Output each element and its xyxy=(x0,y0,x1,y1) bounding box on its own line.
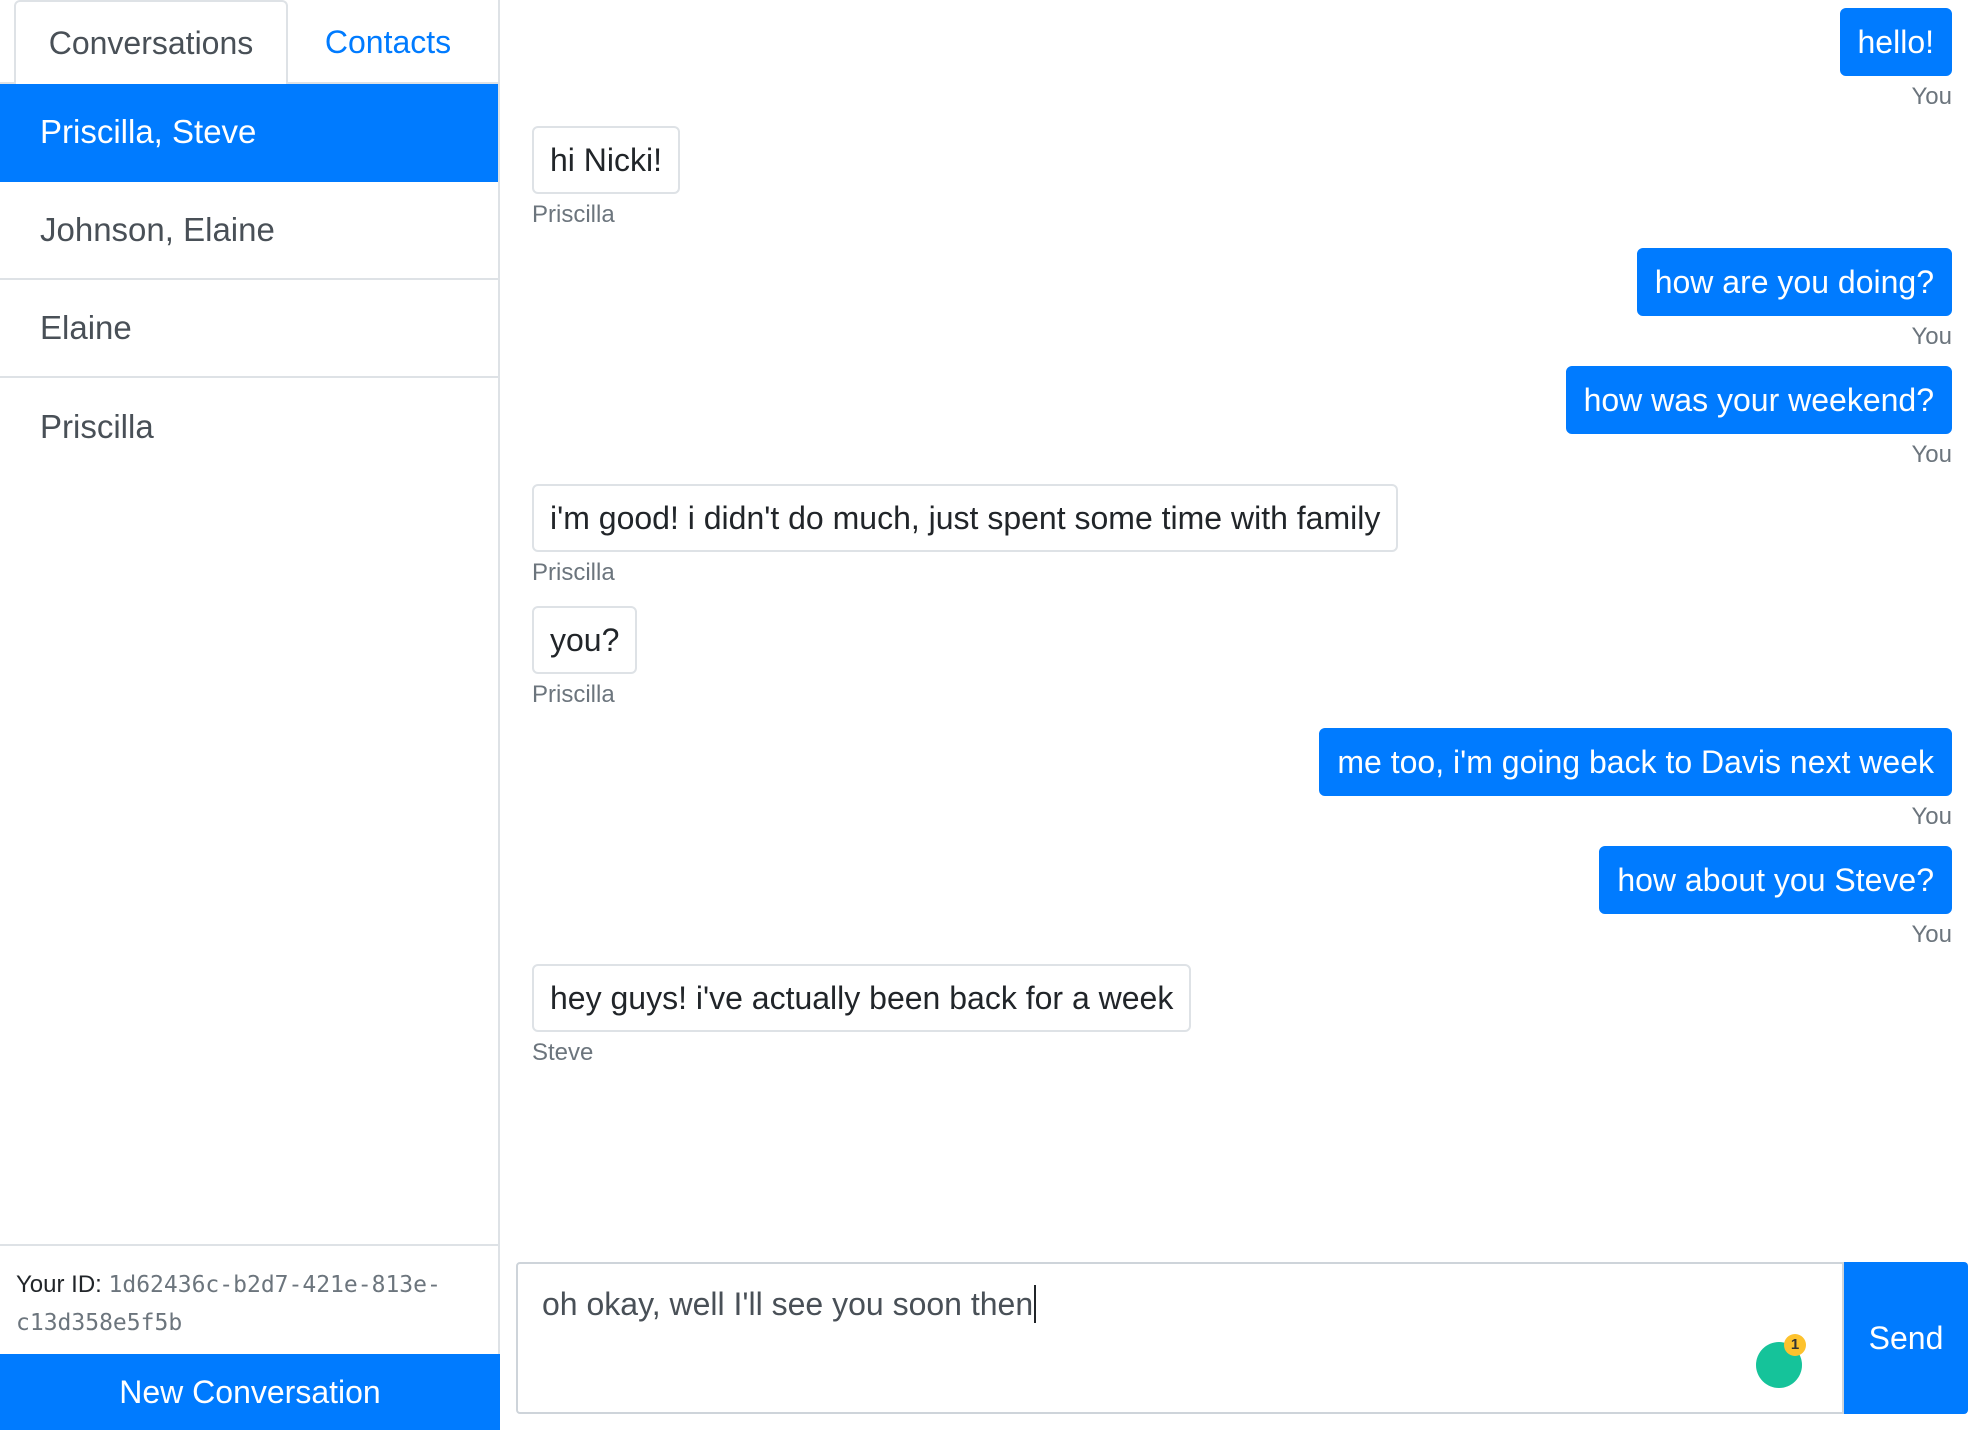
conversation-item-johnson-elaine[interactable]: Johnson, Elaine xyxy=(0,182,498,280)
message-bubble: hello! xyxy=(1839,8,1952,76)
conversation-item-priscilla[interactable]: Priscilla xyxy=(0,378,498,476)
message: me too, i'm going back to Davis next wee… xyxy=(1319,728,1952,832)
tab-contacts[interactable]: Contacts xyxy=(300,0,476,84)
message-bubble: hi Nicki! xyxy=(532,126,681,194)
sidebar-tabs: Conversations Contacts xyxy=(0,0,500,86)
conversation-list: Priscilla, Steve Johnson, Elaine Elaine … xyxy=(0,84,498,476)
message: how are you doing? You xyxy=(1636,248,1953,352)
message-sender: You xyxy=(1911,441,1953,468)
new-conversation-button[interactable]: New Conversation xyxy=(0,1354,500,1430)
tab-conversations[interactable]: Conversations xyxy=(14,0,288,86)
message: i'm good! i didn't do much, just spent s… xyxy=(532,484,1399,588)
message: hi Nicki! Priscilla xyxy=(532,126,681,230)
message: hello! You xyxy=(1839,8,1953,112)
message-bubble: i'm good! i didn't do much, just spent s… xyxy=(532,484,1399,552)
conversation-item-priscilla-steve[interactable]: Priscilla, Steve xyxy=(0,84,498,182)
message: how about you Steve? You xyxy=(1599,846,1952,950)
message-input[interactable]: oh okay, well I'll see you soon then 1 xyxy=(516,1262,1844,1414)
message-sender: Steve xyxy=(532,1039,594,1066)
your-id-label: Your ID: xyxy=(16,1271,102,1298)
message-sender: You xyxy=(1911,921,1953,948)
message-bubble: how about you Steve? xyxy=(1599,846,1952,914)
message: hey guys! i've actually been back for a … xyxy=(532,964,1192,1068)
message-bubble: hey guys! i've actually been back for a … xyxy=(532,964,1192,1032)
message-sender: Priscilla xyxy=(532,681,615,708)
your-id-panel: Your ID: 1d62436c-b2d7-421e-813e-c13d358… xyxy=(0,1244,498,1356)
message-bubble: you? xyxy=(532,606,638,674)
message-input-text[interactable]: oh okay, well I'll see you soon then xyxy=(542,1284,1037,1324)
message-sender: You xyxy=(1911,323,1953,350)
text-caret xyxy=(1034,1285,1037,1323)
conversation-item-elaine[interactable]: Elaine xyxy=(0,280,498,378)
message-sender: You xyxy=(1911,83,1953,110)
message-bubble: how are you doing? xyxy=(1636,248,1952,316)
messaging-app: Conversations Contacts Priscilla, Steve … xyxy=(0,0,1984,1430)
grammarly-badge: 1 xyxy=(1784,1334,1806,1356)
chat-panel: hello! You hi Nicki! Priscilla how are y… xyxy=(500,0,1984,1430)
message: you? Priscilla xyxy=(532,606,638,710)
send-button[interactable]: Send xyxy=(1844,1262,1968,1414)
message-bubble: how was your weekend? xyxy=(1565,366,1952,434)
message: how was your weekend? You xyxy=(1565,366,1953,470)
message-bubble: me too, i'm going back to Davis next wee… xyxy=(1319,728,1952,796)
message-sender: Priscilla xyxy=(532,201,615,228)
message-sender: You xyxy=(1911,803,1953,830)
grammarly-icon[interactable]: 1 xyxy=(1756,1334,1810,1388)
sidebar: Conversations Contacts Priscilla, Steve … xyxy=(0,0,500,1430)
message-sender: Priscilla xyxy=(532,559,615,586)
